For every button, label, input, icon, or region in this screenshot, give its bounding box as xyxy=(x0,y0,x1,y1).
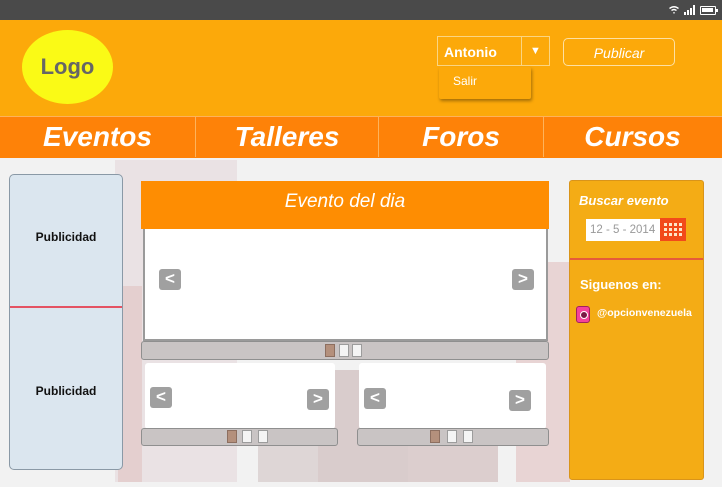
pager-dot-active[interactable] xyxy=(325,344,335,357)
event-of-day-title: Evento del dia xyxy=(141,181,549,229)
pager-dot[interactable] xyxy=(352,344,362,357)
pager-dot[interactable] xyxy=(463,430,473,443)
main-carousel[interactable]: < > xyxy=(143,229,548,341)
status-bar xyxy=(0,0,722,20)
battery-icon xyxy=(700,5,718,15)
pager-dot-active[interactable] xyxy=(430,430,440,443)
logout-menu-item[interactable]: Salir xyxy=(439,67,531,99)
secondary-carousel-left[interactable]: < > xyxy=(145,363,335,429)
main-carousel-pager xyxy=(141,341,549,360)
nav-item-foros[interactable]: Foros xyxy=(379,117,543,157)
pager-dot[interactable] xyxy=(339,344,349,357)
ad-panel: Publicidad Publicidad xyxy=(9,174,123,470)
wifi-icon xyxy=(669,6,679,14)
ad-divider xyxy=(10,306,122,308)
carousel-prev-button[interactable]: < xyxy=(150,387,172,408)
secondary-carousel-pager xyxy=(357,428,549,446)
carousel-prev-button[interactable]: < xyxy=(364,388,386,409)
carousel-next-button[interactable]: > xyxy=(509,390,531,411)
pager-dot[interactable] xyxy=(258,430,268,443)
carousel-prev-button[interactable]: < xyxy=(159,269,181,290)
ad-label-top[interactable]: Publicidad xyxy=(10,230,122,244)
user-dropdown[interactable]: Antonio ▼ xyxy=(437,36,550,66)
chevron-down-icon[interactable]: ▼ xyxy=(521,37,549,65)
carousel-next-button[interactable]: > xyxy=(307,389,329,410)
secondary-carousel-pager xyxy=(141,428,338,446)
carousel-next-button[interactable]: > xyxy=(512,269,534,290)
date-input[interactable]: 12 - 5 - 2014 xyxy=(586,219,660,241)
search-event-title: Buscar evento xyxy=(579,193,669,208)
sidebar-panel: Buscar evento 12 - 5 - 2014 Siguenos en:… xyxy=(569,180,704,480)
publish-button[interactable]: Publicar xyxy=(563,38,675,66)
pager-dot[interactable] xyxy=(447,430,457,443)
nav-item-eventos[interactable]: Eventos xyxy=(0,117,195,157)
calendar-icon[interactable] xyxy=(660,218,686,241)
follow-us-title: Siguenos en: xyxy=(580,277,662,292)
logo[interactable]: Logo xyxy=(22,30,113,104)
nav-item-talleres[interactable]: Talleres xyxy=(196,117,378,157)
pager-dot[interactable] xyxy=(242,430,252,443)
nav-item-cursos[interactable]: Cursos xyxy=(544,117,721,157)
social-handle-link[interactable]: @opcionvenezuela xyxy=(597,307,692,319)
instagram-icon[interactable] xyxy=(576,306,590,323)
secondary-carousel-right[interactable]: < > xyxy=(359,363,546,429)
app-header: Logo Antonio ▼ Salir Publicar xyxy=(0,20,722,116)
panel-divider xyxy=(570,258,703,260)
signal-icon xyxy=(684,5,695,15)
ad-label-bottom[interactable]: Publicidad xyxy=(10,384,122,398)
user-name: Antonio xyxy=(444,44,497,60)
pager-dot-active[interactable] xyxy=(227,430,237,443)
main-nav: Eventos Talleres Foros Cursos xyxy=(0,116,722,158)
